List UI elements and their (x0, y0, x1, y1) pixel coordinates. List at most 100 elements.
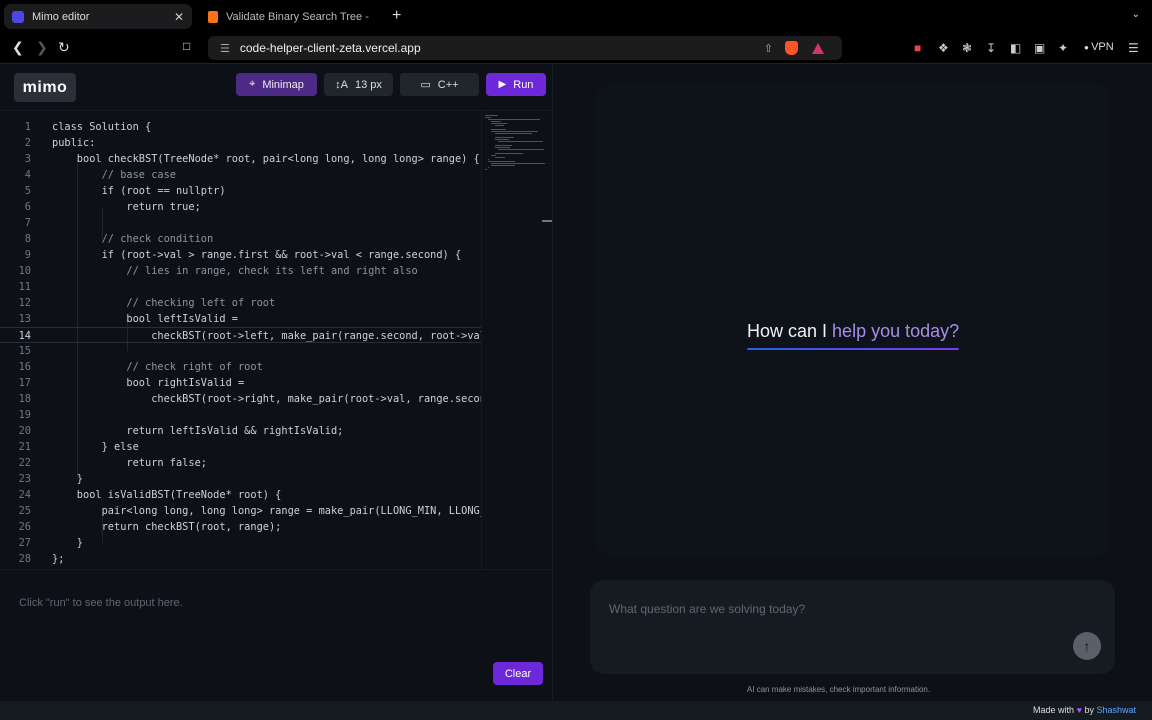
scrollbar-marker[interactable] (542, 220, 552, 222)
extension-bolt-icon[interactable]: ❃ (962, 41, 972, 55)
code-line[interactable]: 16 // check right of root (0, 359, 481, 375)
code-line[interactable]: 18 checkBST(root->right, make_pair(root-… (0, 391, 481, 407)
code-line[interactable]: 24 bool isValidBST(TreeNode* root) { (0, 487, 481, 503)
bookmark-icon[interactable]: □ (183, 39, 190, 53)
vpn-button[interactable]: ● VPN (1084, 41, 1114, 53)
minimap-line (494, 145, 513, 146)
run-label: Run (513, 78, 534, 91)
run-button[interactable]: ▶ Run (486, 73, 546, 96)
code-line[interactable]: 23 } (0, 471, 481, 487)
line-number: 28 (18, 553, 31, 565)
minimap-line (497, 149, 545, 150)
brave-shields-icon[interactable] (785, 41, 798, 55)
code-minimap[interactable] (481, 111, 545, 569)
back-arrow-icon[interactable]: ❮ (12, 39, 24, 56)
reload-icon[interactable]: ↻ (58, 39, 70, 56)
code-text[interactable]: checkBST(root->right, make_pair(root->va… (52, 391, 481, 407)
code-text[interactable]: bool leftIsValid = (52, 311, 481, 327)
chat-input-box[interactable]: What question are we solving today? ↑ (590, 580, 1115, 674)
code-line[interactable]: 12 // checking left of root (0, 295, 481, 311)
code-line[interactable]: 1 class Solution { (0, 119, 481, 135)
tab-validate-bst[interactable]: Validate Binary Search Tree - Lee (200, 4, 380, 29)
code-text[interactable]: }; (52, 551, 481, 567)
code-text[interactable]: bool isValidBST(TreeNode* root) { (52, 487, 481, 503)
address-bar[interactable]: ☰ code-helper-client-zeta.vercel.app ⇧ (208, 36, 842, 60)
brave-rewards-icon[interactable] (812, 42, 824, 54)
code-text[interactable]: class Solution { (52, 119, 481, 135)
code-editor[interactable]: 1 class Solution {2 public: 3 bool checkBST… (0, 110, 553, 570)
sidebar-icon[interactable]: ◧ (1010, 41, 1021, 55)
code-line[interactable]: 20 return leftIsValid && rightIsValid; (0, 423, 481, 439)
minimap-line (485, 117, 491, 118)
code-text[interactable]: // check right of root (52, 359, 481, 375)
code-line[interactable]: 3 bool checkBST(TreeNode* root, pair<lon… (0, 151, 481, 167)
tab-mimo-editor[interactable]: Mimo editor ✕ (4, 4, 192, 29)
minimap-line (491, 165, 515, 166)
language-select-button[interactable]: ▭ C++ (400, 73, 479, 96)
code-text[interactable]: // checking left of root (52, 295, 481, 311)
code-text[interactable]: bool checkBST(TreeNode* root, pair<long … (52, 151, 481, 167)
code-text[interactable]: return true; (52, 199, 481, 215)
code-line[interactable]: 7 (0, 215, 481, 231)
site-settings-icon[interactable]: ☰ (220, 42, 230, 55)
minimap-line (494, 153, 523, 154)
code-line[interactable]: 27 } (0, 535, 481, 551)
code-line[interactable]: 2 public: (0, 135, 481, 151)
extensions-puzzle-icon[interactable]: ❖ (938, 41, 949, 55)
code-line[interactable]: 21 } else (0, 439, 481, 455)
chat-input-placeholder[interactable]: What question are we solving today? (609, 602, 805, 616)
line-number: 19 (18, 409, 31, 421)
forward-arrow-icon[interactable]: ❯ (36, 39, 48, 56)
menu-hamburger-icon[interactable]: ☰ (1128, 41, 1139, 55)
code-line[interactable]: 8 // check condition (0, 231, 481, 247)
code-line[interactable]: 11 (0, 279, 481, 295)
code-text[interactable]: } else (52, 439, 481, 455)
code-text[interactable]: } (52, 471, 481, 487)
code-text[interactable]: checkBST(root->left, make_pair(range.sec… (52, 328, 481, 344)
code-line[interactable]: 19 (0, 407, 481, 423)
tab-menu-chevron-icon[interactable]: ⌄ (1132, 9, 1140, 20)
code-line[interactable]: 17 bool rightIsValid = (0, 375, 481, 391)
code-text[interactable]: } (52, 535, 481, 551)
download-icon[interactable]: ↧ (986, 41, 996, 55)
code-line[interactable]: 15 (0, 343, 481, 359)
code-line[interactable]: 10 // lies in range, check its left and … (0, 263, 481, 279)
code-line[interactable]: 6 return true; (0, 199, 481, 215)
new-tab-button[interactable]: + (392, 7, 401, 25)
leo-ai-icon[interactable]: ✦ (1058, 41, 1068, 55)
code-text[interactable]: return false; (52, 455, 481, 471)
extension-red-icon[interactable]: ■ (914, 41, 921, 55)
code-line[interactable]: 4 // base case (0, 167, 481, 183)
code-text[interactable]: return leftIsValid && rightIsValid; (52, 423, 481, 439)
code-line[interactable]: 9 if (root->val > range.first && root->v… (0, 247, 481, 263)
code-text[interactable]: if (root->val > range.first && root->val… (52, 247, 481, 263)
line-number: 3 (24, 153, 31, 165)
code-text[interactable]: public: (52, 135, 481, 151)
code-text[interactable]: // lies in range, check its left and rig… (52, 263, 481, 279)
code-text[interactable]: if (root == nullptr) (52, 183, 481, 199)
font-size-button[interactable]: ↕A 13 px (324, 73, 393, 96)
line-number: 4 (24, 169, 31, 181)
code-text[interactable]: pair<long long, long long> range = make_… (52, 503, 481, 519)
assistant-greeting: How can I help you today? (747, 321, 959, 342)
code-line[interactable]: 13 bool leftIsValid = (0, 311, 481, 327)
line-number: 11 (18, 281, 31, 293)
code-line[interactable]: 28}; (0, 551, 481, 567)
code-text[interactable]: bool rightIsValid = (52, 375, 481, 391)
code-text[interactable]: // base case (52, 167, 481, 183)
code-line[interactable]: 22 return false; (0, 455, 481, 471)
code-line[interactable]: 26 return checkBST(root, range); (0, 519, 481, 535)
wallet-icon[interactable]: ▣ (1034, 41, 1045, 55)
author-link[interactable]: Shashwat (1096, 705, 1136, 715)
minimap-toggle-button[interactable]: ⌖ Minimap (236, 73, 317, 96)
line-number: 20 (18, 425, 31, 437)
code-line[interactable]: 14 checkBST(root->left, make_pair(range.… (0, 327, 481, 343)
code-text[interactable]: // check condition (52, 231, 481, 247)
share-icon[interactable]: ⇧ (764, 42, 773, 55)
send-arrow-up-icon[interactable]: ↑ (1073, 632, 1101, 660)
close-tab-icon[interactable]: ✕ (174, 10, 184, 24)
code-text[interactable]: return checkBST(root, range); (52, 519, 481, 535)
code-line[interactable]: 25 pair<long long, long long> range = ma… (0, 503, 481, 519)
code-line[interactable]: 5 if (root == nullptr) (0, 183, 481, 199)
clear-button[interactable]: Clear (493, 662, 543, 685)
